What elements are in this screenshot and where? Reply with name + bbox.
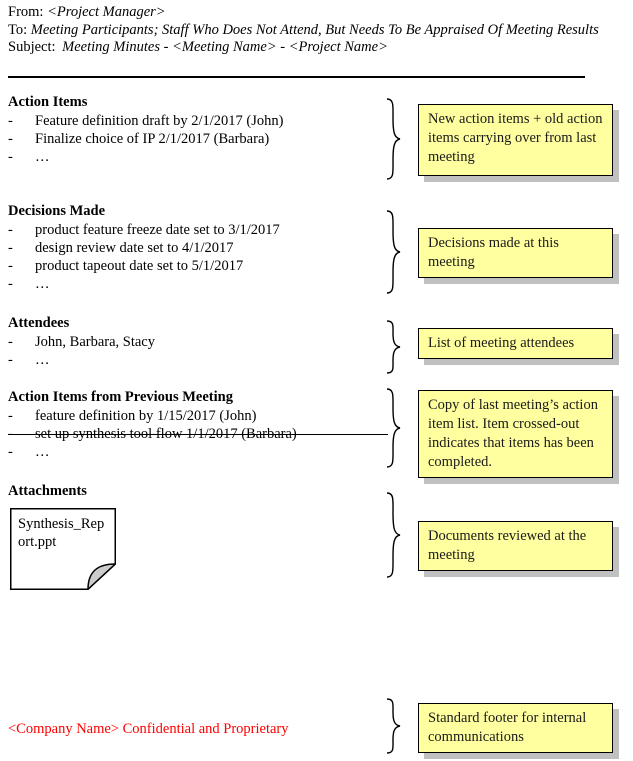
bullet-text: design review date set to 4/1/2017 — [35, 240, 234, 256]
list-item: - … — [8, 148, 388, 166]
bullet-list: - John, Barbara, Stacy - … — [8, 333, 388, 369]
bullet-dash: - — [8, 149, 13, 165]
right-curly-brace-icon — [384, 210, 404, 294]
right-curly-brace-icon — [384, 98, 404, 180]
list-item: - … — [8, 443, 388, 461]
section-decisions-made: Decisions Made - product feature freeze … — [8, 203, 388, 293]
list-item: - Feature definition draft by 2/1/2017 (… — [8, 112, 388, 130]
annotation-note-footer: Standard footer for internal communicati… — [418, 703, 613, 753]
bullet-dash: - — [8, 334, 13, 350]
section-title: Decisions Made — [8, 203, 106, 219]
bullet-dash: - — [8, 240, 13, 256]
bullet-text: Feature definition draft by 2/1/2017 (Jo… — [35, 113, 284, 129]
bullet-dash: - — [8, 113, 13, 129]
right-curly-brace-icon — [384, 698, 404, 754]
section-title: Attachments — [8, 483, 87, 499]
bullet-list: - Feature definition draft by 2/1/2017 (… — [8, 112, 388, 166]
bullet-dash: - — [8, 258, 13, 274]
from-label: From: — [8, 4, 44, 20]
bullet-dash: - — [8, 222, 13, 238]
section-attachments: Attachments — [8, 483, 388, 501]
list-item: - design review date set to 4/1/2017 — [8, 239, 388, 257]
list-item: - Finalize choice of IP 2/1/2017 (Barbar… — [8, 130, 388, 148]
list-item: - … — [8, 275, 388, 293]
bullet-list: - product feature freeze date set to 3/1… — [8, 221, 388, 293]
list-item-completed: - set up synthesis tool flow 1/1/2017 (B… — [8, 425, 388, 443]
callout-brace-previous-meeting — [384, 388, 404, 468]
bullet-dash: - — [8, 426, 13, 442]
annotation-note-attachments: Documents reviewed at the meeting — [418, 521, 613, 571]
section-title: Attendees — [8, 315, 70, 331]
annotation-note-attendees: List of meeting attendees — [418, 328, 613, 359]
callout-brace-decisions — [384, 210, 404, 294]
header-to-line: To: Meeting Participants; Staff Who Does… — [8, 22, 608, 40]
list-item: - … — [8, 351, 388, 369]
to-value: Meeting Participants; Staff Who Does Not… — [30, 21, 599, 38]
bullet-text: … — [35, 276, 50, 292]
callout-brace-attendees — [384, 320, 404, 374]
right-curly-brace-icon — [384, 320, 404, 374]
attachment-document[interactable]: Synthesis_Report.ppt — [10, 508, 116, 590]
header-from-line: From: <Project Manager> — [8, 4, 608, 22]
bullet-text: … — [35, 149, 50, 165]
bullet-dash: - — [8, 408, 13, 424]
from-value: <Project Manager> — [47, 4, 166, 20]
bullet-text: … — [35, 444, 50, 460]
annotation-note-decisions: Decisions made at this meeting — [418, 228, 613, 278]
right-curly-brace-icon — [384, 492, 404, 578]
bullet-dash: - — [8, 352, 13, 368]
section-action-items: Action Items - Feature definition draft … — [8, 94, 388, 166]
callout-brace-footer — [384, 698, 404, 754]
list-item: - product feature freeze date set to 3/1… — [8, 221, 388, 239]
bullet-text: feature definition by 1/15/2017 (John) — [35, 408, 257, 424]
right-curly-brace-icon — [384, 388, 404, 468]
section-attendees: Attendees - John, Barbara, Stacy - … — [8, 315, 388, 369]
header-divider-rule — [8, 76, 585, 78]
list-item: - product tapeout date set to 5/1/2017 — [8, 257, 388, 275]
attachment-filename: Synthesis_Report.ppt — [18, 516, 105, 550]
bullet-dash: - — [8, 131, 13, 147]
bullet-text: John, Barbara, Stacy — [35, 334, 155, 350]
callout-brace-attachments — [384, 492, 404, 578]
bullet-text: product tapeout date set to 5/1/2017 — [35, 258, 244, 274]
section-title: Action Items — [8, 94, 88, 110]
email-header: From: <Project Manager> To: Meeting Part… — [8, 4, 608, 57]
bullet-list: - feature definition by 1/15/2017 (John)… — [8, 407, 388, 461]
bullet-text: product feature freeze date set to 3/1/2… — [35, 222, 280, 238]
callout-brace-action-items — [384, 98, 404, 180]
annotation-note-action-items: New action items + old action items carr… — [418, 104, 613, 176]
bullet-text: set up synthesis tool flow 1/1/2017 (Bar… — [35, 426, 297, 442]
confidentiality-footer: <Company Name> Confidential and Propriet… — [8, 721, 289, 737]
subject-value: Meeting Minutes - <Meeting Name> - <Proj… — [62, 39, 388, 55]
list-item: - John, Barbara, Stacy — [8, 333, 388, 351]
list-item: - feature definition by 1/15/2017 (John) — [8, 407, 388, 425]
annotation-note-previous-meeting: Copy of last meeting’s action item list.… — [418, 390, 613, 478]
bullet-dash: - — [8, 276, 13, 292]
section-title: Action Items from Previous Meeting — [8, 389, 233, 405]
meeting-minutes-template-page: From: <Project Manager> To: Meeting Part… — [0, 0, 633, 761]
bullet-text: Finalize choice of IP 2/1/2017 (Barbara) — [35, 131, 270, 147]
to-label: To: — [8, 21, 28, 38]
bullet-dash: - — [8, 444, 13, 460]
section-action-items-previous-meeting: Action Items from Previous Meeting - fea… — [8, 389, 388, 461]
header-subject-line: Subject: Meeting Minutes - <Meeting Name… — [8, 39, 608, 57]
subject-label: Subject: — [8, 39, 56, 55]
bullet-text: … — [35, 352, 50, 368]
